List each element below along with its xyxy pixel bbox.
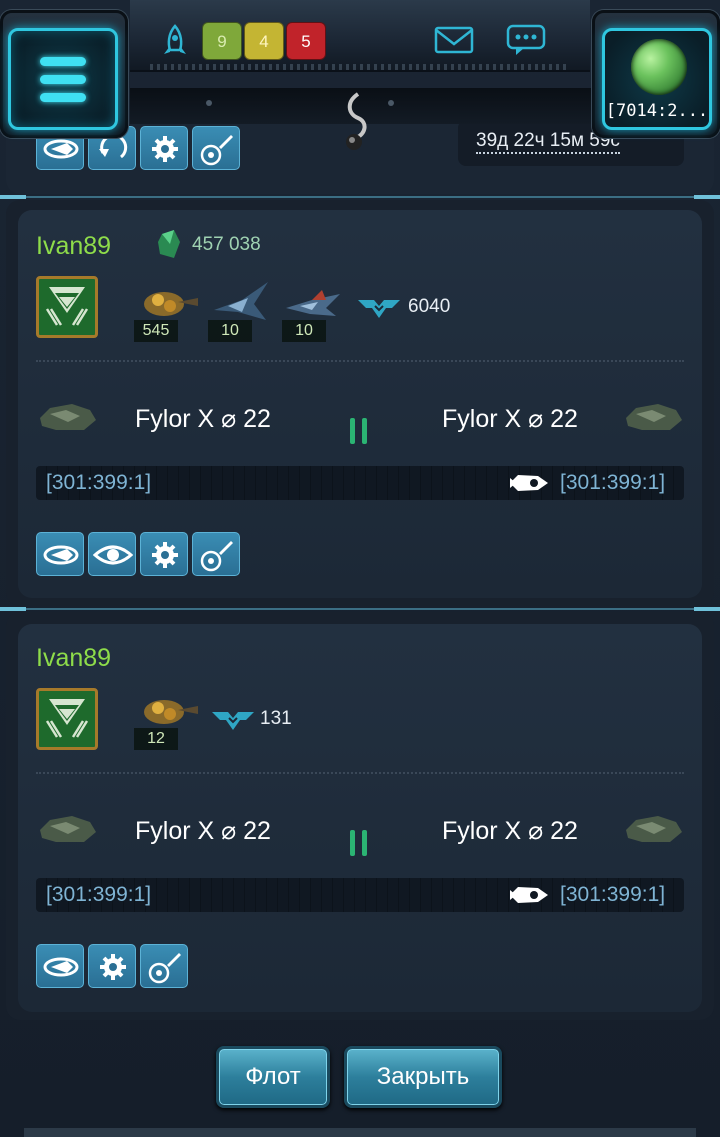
menu-icon-bar xyxy=(40,74,86,84)
crystal-icon xyxy=(158,230,180,258)
origin-asteroid-icon[interactable] xyxy=(36,400,98,434)
alliance-logo-icon xyxy=(45,699,89,738)
top-bar: 9 4 5 [7014:2... xyxy=(0,0,720,150)
origin-coordinates[interactable]: [301:399:1] xyxy=(46,883,151,907)
card-separator xyxy=(0,607,720,611)
indicator-dot xyxy=(206,100,212,106)
fleet-ship-fighter[interactable]: 10 xyxy=(208,280,274,342)
view-button[interactable] xyxy=(88,532,136,576)
fleet-power-icon xyxy=(212,712,254,730)
bottom-frame xyxy=(24,1128,696,1137)
resource-badge-yellow[interactable]: 4 xyxy=(244,22,284,60)
destination-asteroid-icon[interactable] xyxy=(622,400,684,434)
settings-button[interactable] xyxy=(88,944,136,988)
pull-handle-icon[interactable] xyxy=(336,88,380,152)
fleet-owner[interactable]: Ivan89 xyxy=(36,232,111,261)
orbit-icon xyxy=(43,957,79,977)
mail-icon[interactable] xyxy=(434,24,474,56)
route-progress-bar: [301:399:1] [301:399:1] xyxy=(36,466,684,500)
menu-icon xyxy=(40,56,86,66)
ship-count: 10 xyxy=(282,320,326,342)
attack-button[interactable] xyxy=(140,944,188,988)
current-planet-button[interactable]: [7014:2... xyxy=(602,28,712,130)
target-rocket-icon xyxy=(200,541,233,572)
attack-button[interactable] xyxy=(192,532,240,576)
fleet-ship-bomber[interactable]: 545 xyxy=(134,280,200,342)
card-separator xyxy=(0,195,720,199)
alliance-logo-icon xyxy=(45,287,89,326)
orbit-icon xyxy=(43,545,79,565)
origin-asteroid-icon[interactable] xyxy=(36,812,98,846)
resource-badge-red[interactable]: 5 xyxy=(286,22,326,60)
ship-count: 10 xyxy=(208,320,252,342)
rocket-icon[interactable] xyxy=(160,24,190,60)
orbit-button[interactable] xyxy=(36,944,84,988)
alliance-emblem[interactable] xyxy=(36,276,98,338)
eye-icon xyxy=(93,545,133,565)
orbit-button[interactable] xyxy=(36,532,84,576)
gear-icon xyxy=(152,136,178,162)
fleet-power-value: 131 xyxy=(260,708,292,729)
pause-icon[interactable] xyxy=(350,418,372,446)
planet-coordinates-label: [7014:2... xyxy=(605,101,709,121)
fleet-ship-marker-icon xyxy=(510,887,548,903)
origin-planet-name[interactable]: Fylor X ⌀ 22 xyxy=(135,404,271,434)
fleet-ship-interceptor[interactable]: 10 xyxy=(282,280,348,342)
indicator-dot xyxy=(388,100,394,106)
ship-count: 545 xyxy=(134,320,178,342)
settings-button[interactable] xyxy=(140,126,188,170)
fleet-button[interactable]: Флот xyxy=(216,1046,330,1108)
menu-icon-bar xyxy=(40,92,86,102)
card-divider xyxy=(36,772,684,774)
fleet-ship-bomber[interactable]: 12 xyxy=(134,688,200,750)
origin-coordinates[interactable]: [301:399:1] xyxy=(46,471,151,495)
route-progress-bar: [301:399:1] [301:399:1] xyxy=(36,878,684,912)
main-menu-button[interactable] xyxy=(8,28,118,130)
target-rocket-icon xyxy=(200,135,233,166)
target-rocket-icon xyxy=(148,953,181,984)
attack-button[interactable] xyxy=(192,126,240,170)
crystal-amount: 457 038 xyxy=(192,234,261,255)
destination-planet-name[interactable]: Fylor X ⌀ 22 xyxy=(442,404,578,434)
alliance-emblem[interactable] xyxy=(36,688,98,750)
origin-planet-name[interactable]: Fylor X ⌀ 22 xyxy=(135,816,271,846)
gear-icon xyxy=(100,954,126,980)
destination-asteroid-icon[interactable] xyxy=(622,812,684,846)
fleet-ship-marker-icon xyxy=(510,475,548,491)
fleet-card: Ivan89 457 038 545 10 10 6040 Fylor X ⌀ … xyxy=(18,210,702,598)
fleet-owner[interactable]: Ivan89 xyxy=(36,644,111,673)
fleet-power-icon xyxy=(358,300,400,318)
ship-count: 12 xyxy=(134,728,178,750)
fleet-power-value: 6040 xyxy=(408,296,451,317)
close-button[interactable]: Закрыть xyxy=(344,1046,502,1108)
card-divider xyxy=(36,360,684,362)
chat-icon[interactable] xyxy=(506,24,546,56)
destination-coordinates[interactable]: [301:399:1] xyxy=(560,471,665,495)
fleet-card: Ivan89 12 131 Fylor X ⌀ 22 Fylor X ⌀ 22 … xyxy=(18,624,702,1012)
settings-button[interactable] xyxy=(140,532,188,576)
resource-badge-green[interactable]: 9 xyxy=(202,22,242,60)
pause-icon[interactable] xyxy=(350,830,372,858)
destination-planet-name[interactable]: Fylor X ⌀ 22 xyxy=(442,816,578,846)
planet-icon xyxy=(631,39,687,95)
destination-coordinates[interactable]: [301:399:1] xyxy=(560,883,665,907)
gear-icon xyxy=(152,542,178,568)
